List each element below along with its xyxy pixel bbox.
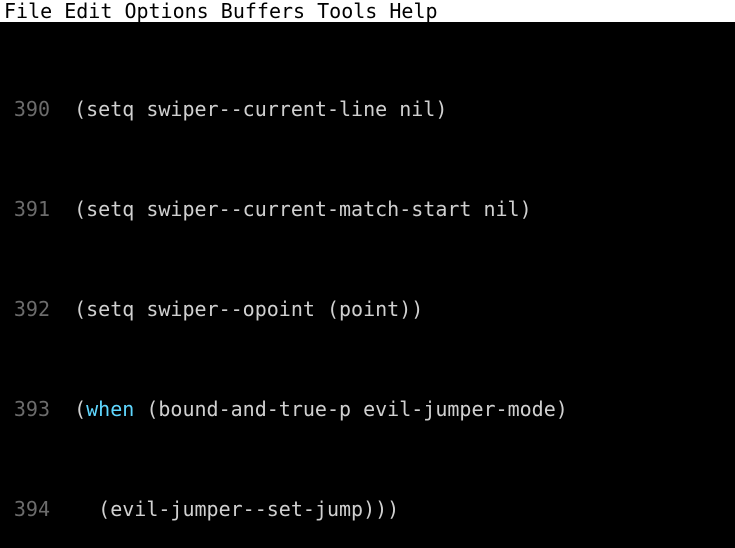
code-text: (when (bound-and-true-p evil-jumper-mode… bbox=[50, 397, 735, 422]
code-text: (setq swiper--opoint (point)) bbox=[50, 297, 735, 322]
gutter bbox=[0, 97, 10, 122]
line-number: 392 bbox=[10, 297, 50, 322]
gutter bbox=[0, 397, 10, 422]
gutter bbox=[0, 497, 10, 522]
code-text: (evil-jumper--set-jump))) bbox=[50, 497, 735, 522]
code-line[interactable]: 393 (when (bound-and-true-p evil-jumper-… bbox=[0, 397, 735, 422]
code-text: (setq swiper--current-match-start nil) bbox=[50, 197, 735, 222]
code-line[interactable]: 392 (setq swiper--opoint (point)) bbox=[0, 297, 735, 322]
menu-help[interactable]: Help bbox=[389, 0, 437, 22]
menu-bar: File Edit Options Buffers Tools Help bbox=[0, 0, 735, 22]
line-number: 393 bbox=[10, 397, 50, 422]
menu-edit[interactable]: Edit bbox=[64, 0, 112, 22]
menu-file[interactable]: File bbox=[4, 0, 52, 22]
line-number: 391 bbox=[10, 197, 50, 222]
line-number: 394 bbox=[10, 497, 50, 522]
code-line[interactable]: 390 (setq swiper--current-line nil) bbox=[0, 97, 735, 122]
line-number: 390 bbox=[10, 97, 50, 122]
gutter bbox=[0, 297, 10, 322]
editor-pane[interactable]: 390 (setq swiper--current-line nil) 391 … bbox=[0, 22, 735, 548]
code-line[interactable]: 391 (setq swiper--current-match-start ni… bbox=[0, 197, 735, 222]
menu-options[interactable]: Options bbox=[124, 0, 208, 22]
code-text: (setq swiper--current-line nil) bbox=[50, 97, 735, 122]
gutter bbox=[0, 197, 10, 222]
menu-tools[interactable]: Tools bbox=[317, 0, 377, 22]
menu-buffers[interactable]: Buffers bbox=[221, 0, 305, 22]
code-line[interactable]: 394 (evil-jumper--set-jump))) bbox=[0, 497, 735, 522]
